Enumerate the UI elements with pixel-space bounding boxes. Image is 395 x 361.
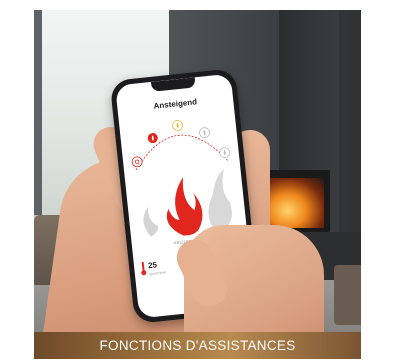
- assistance-functions-banner[interactable]: FONCTIONS D'ASSISTANCES: [34, 332, 361, 359]
- window-frame: [34, 10, 42, 215]
- flame-medium-icon[interactable]: [199, 127, 210, 139]
- thermometer-icon: [141, 261, 147, 276]
- flame-off-icon[interactable]: [131, 156, 143, 168]
- banner-label: FONCTIONS D'ASSISTANCES: [99, 338, 296, 353]
- phone-notch: [150, 77, 196, 92]
- temperature-label: RAUMTEMP.: [148, 270, 167, 277]
- flame-left-icon: [143, 206, 159, 237]
- hero-photo: Ansteigend 25 RAUMTEMP.: [34, 10, 361, 359]
- chair: [334, 265, 361, 325]
- temperature-value: 25: [147, 260, 158, 271]
- flame-center-icon: [166, 177, 203, 236]
- flame-right-icon: [208, 168, 232, 231]
- flame-high-icon[interactable]: [219, 147, 231, 159]
- flame-rising-icon[interactable]: [172, 119, 183, 131]
- flame-low-icon[interactable]: [147, 133, 158, 144]
